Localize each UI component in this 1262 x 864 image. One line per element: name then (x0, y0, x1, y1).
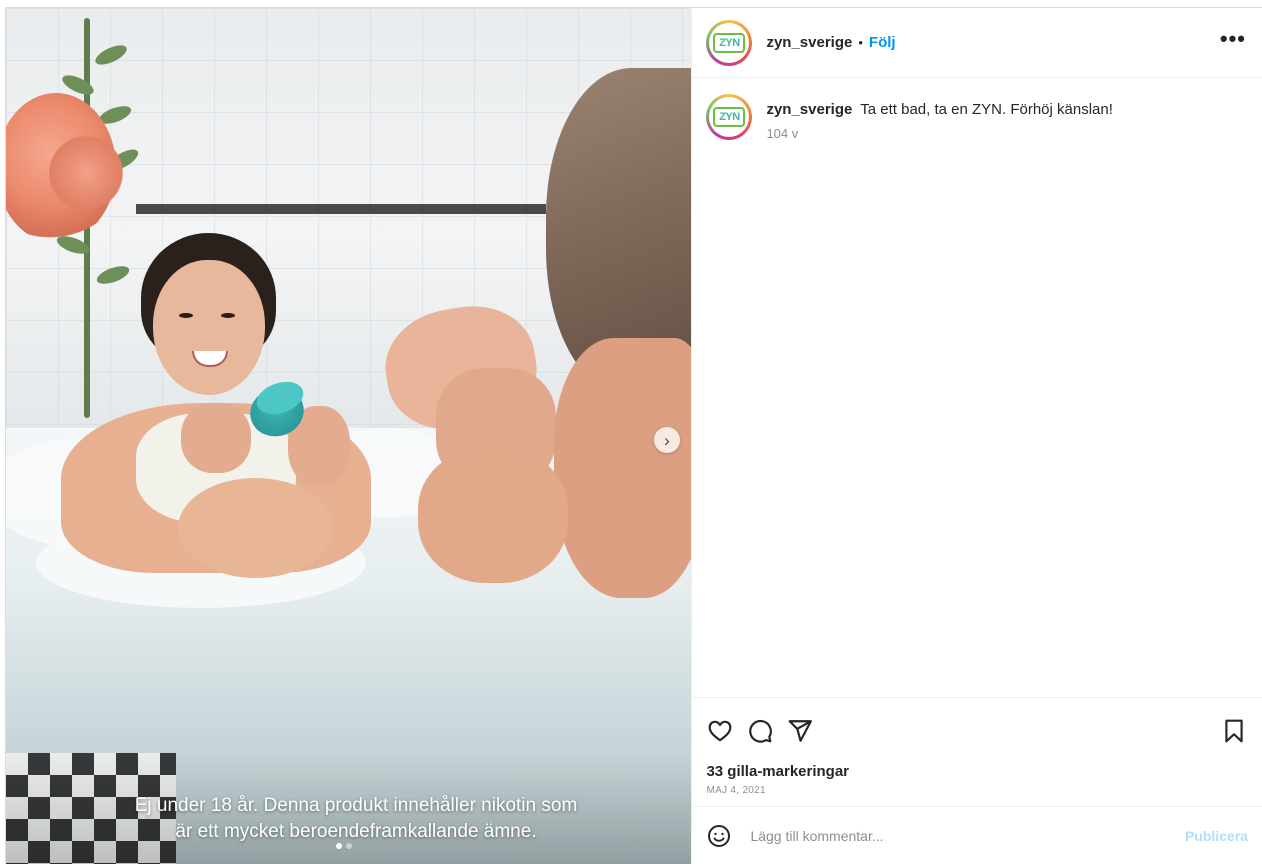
carousel-dot (346, 843, 352, 849)
caption-username-link[interactable]: zyn_sverige (766, 101, 852, 118)
comments-area: ZYN zyn_sverige Ta ett bad, ta en ZYN. F… (692, 78, 1262, 697)
post-container: Ej under 18 år. Denna produkt innehåller… (5, 7, 1262, 864)
carousel-indicator (336, 843, 352, 849)
caption-timestamp[interactable]: 104 v (766, 126, 1112, 141)
heart-icon[interactable] (706, 717, 734, 745)
bookmark-icon[interactable] (1220, 717, 1248, 745)
comment-input[interactable] (750, 827, 1185, 844)
post-header: ZYN zyn_sverige • Följ ••• (692, 8, 1262, 78)
warning-line-1: Ej under 18 år. Denna produkt innehåller… (134, 795, 578, 816)
avatar[interactable]: ZYN (706, 19, 753, 66)
chevron-right-icon: › (664, 430, 670, 450)
post-media[interactable]: Ej under 18 år. Denna produkt innehåller… (6, 8, 692, 864)
zyn-logo: ZYN (713, 107, 746, 127)
caption-comment: ZYN zyn_sverige Ta ett bad, ta en ZYN. F… (706, 94, 1248, 141)
likes-count[interactable]: 33 gilla-markeringar (692, 763, 1262, 780)
username-link[interactable]: zyn_sverige (766, 34, 852, 51)
nicotine-warning-overlay: Ej under 18 år. Denna produkt innehåller… (76, 793, 636, 845)
caption-text: Ta ett bad, ta en ZYN. Förhöj känslan! (860, 101, 1113, 118)
post-photo (6, 8, 692, 864)
zyn-logo: ZYN (713, 32, 746, 53)
post-side-panel: ZYN zyn_sverige • Följ ••• ZYN zyn_sveri… (691, 8, 1262, 864)
action-bar (692, 697, 1262, 763)
more-options-icon[interactable]: ••• (1220, 27, 1246, 52)
emoji-icon[interactable] (706, 823, 732, 849)
comment-icon[interactable] (746, 717, 774, 745)
avatar[interactable]: ZYN (706, 94, 753, 140)
send-icon[interactable] (786, 717, 814, 745)
separator-dot: • (858, 35, 863, 50)
carousel-next-button[interactable]: › (654, 427, 680, 453)
carousel-dot (336, 843, 342, 849)
follow-button[interactable]: Följ (869, 34, 896, 51)
add-comment-bar: Publicera (692, 806, 1262, 864)
publish-button[interactable]: Publicera (1185, 828, 1248, 844)
post-date: MAJ 4, 2021 (706, 785, 766, 796)
warning-line-2: är ett mycket beroendeframkallande ämne. (175, 821, 537, 842)
